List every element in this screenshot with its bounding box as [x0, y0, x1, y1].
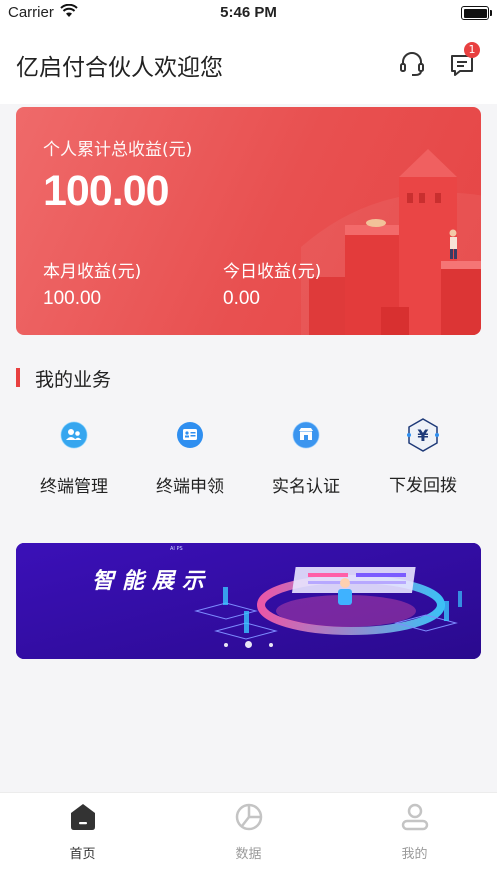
carousel-dots[interactable] [16, 634, 481, 653]
message-badge: 1 [464, 42, 480, 58]
battery-icon [461, 6, 492, 20]
users-icon [60, 421, 88, 449]
biz-item-terminal-management[interactable]: 终端管理 [19, 418, 129, 497]
biz-label: 实名认证 [272, 477, 340, 497]
total-earnings-value: 100.00 [43, 167, 170, 215]
total-earnings-label: 个人累计总收益(元) [43, 140, 193, 160]
biz-item-dispatch-callback[interactable]: ¥ 下发回拨 [368, 418, 478, 496]
biz-label: 终端管理 [40, 477, 108, 497]
tab-data[interactable]: 数据 [166, 793, 331, 862]
svg-text:¥: ¥ [417, 426, 428, 445]
tab-label: 首页 [69, 847, 96, 862]
month-earnings-label: 本月收益(元) [43, 262, 142, 282]
tab-bar: 首页 数据 我的 [0, 792, 497, 884]
city-illustration [301, 149, 481, 335]
headset-icon[interactable] [398, 51, 426, 79]
shop-icon [292, 421, 320, 449]
biz-item-real-name-auth[interactable]: 实名认证 [251, 418, 361, 497]
biz-label: 终端申领 [156, 477, 224, 497]
status-bar: Carrier 5:46 PM [0, 0, 497, 26]
carousel-dot[interactable] [269, 642, 274, 647]
carousel-dot[interactable] [223, 642, 228, 647]
pie-chart-icon [235, 803, 262, 831]
section-accent-bar [16, 368, 20, 387]
earnings-card[interactable]: 个人累计总收益(元) 100.00 本月收益(元) 100.00 今日收益(元)… [16, 107, 481, 335]
clock: 5:46 PM [220, 4, 277, 21]
biz-item-terminal-apply[interactable]: 终端申领 [135, 418, 245, 497]
section-title: 我的业务 [35, 369, 112, 391]
month-earnings-value: 100.00 [43, 288, 102, 309]
tab-profile[interactable]: 我的 [332, 793, 497, 862]
today-earnings-label: 今日收益(元) [223, 262, 322, 282]
banner-tag: AI PS [170, 546, 183, 552]
carousel-dot-active[interactable] [245, 641, 252, 648]
tab-label: 数据 [235, 847, 262, 862]
biz-label: 下发回拨 [389, 476, 457, 496]
promo-banner[interactable]: AI PS 智能展示 [16, 543, 481, 659]
profile-icon [401, 803, 428, 831]
page-title: 亿启付合伙人欢迎您 [16, 55, 223, 81]
tab-home[interactable]: 首页 [0, 793, 165, 862]
home-icon [70, 804, 95, 830]
banner-title: 智能展示 [92, 569, 213, 594]
header: 亿启付合伙人欢迎您 1 [0, 26, 497, 104]
id-card-icon [177, 422, 203, 448]
yuan-icon: ¥ [407, 418, 439, 452]
tab-label: 我的 [401, 847, 428, 862]
today-earnings-value: 0.00 [223, 288, 260, 309]
